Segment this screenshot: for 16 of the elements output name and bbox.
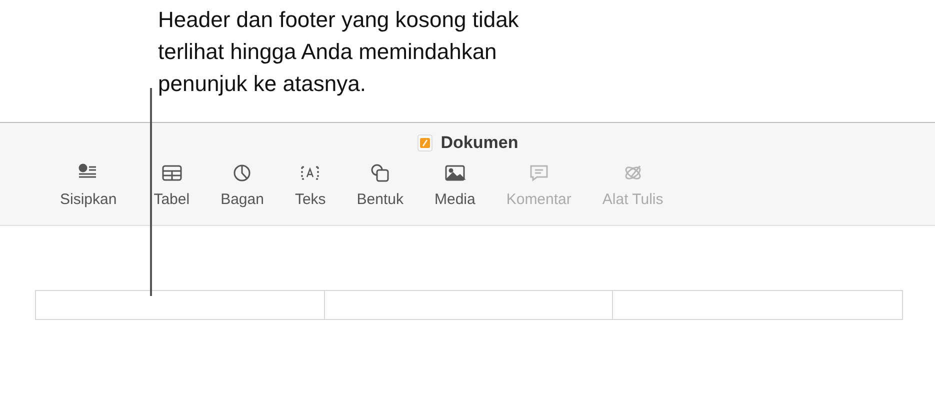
header-section[interactable]: [613, 290, 903, 320]
toolbar-button[interactable]: Bagan: [220, 163, 264, 208]
window-title: Dokumen: [440, 133, 518, 153]
image-icon: [444, 163, 466, 183]
toolbar-button[interactable]: Teks: [294, 163, 326, 208]
toolbar-button[interactable]: Sisipkan: [60, 163, 117, 208]
callout-text: Header dan footer yang kosong tidak terlihat hingga Anda memindahkan penunjuk ke atasnya.: [157, 6, 520, 98]
toolbar-button[interactable]: Tabel: [154, 163, 190, 208]
header-section[interactable]: [35, 290, 325, 320]
comment-icon: [528, 163, 550, 183]
header-section[interactable]: [325, 290, 613, 320]
table-icon: [160, 163, 183, 183]
toolbar-button[interactable]: Media: [434, 163, 476, 208]
toolbar-button[interactable]: Bentuk: [356, 163, 404, 208]
shapes-icon: [369, 163, 392, 183]
document-icon: [416, 134, 433, 152]
